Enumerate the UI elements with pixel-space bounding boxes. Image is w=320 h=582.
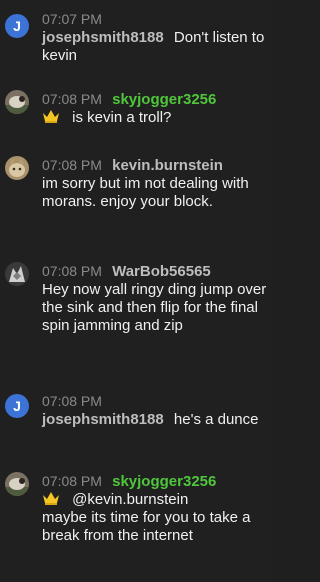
sheep-avatar-icon[interactable] [5,472,29,496]
username[interactable]: kevin.burnstein [112,157,223,174]
sheep-avatar-icon[interactable] [5,90,29,114]
cat-avatar-icon[interactable] [5,156,29,180]
message-time: 07:08 PM [42,393,102,409]
username[interactable]: skyjogger3256 [112,91,216,108]
avatar[interactable]: J [5,14,29,38]
avatar[interactable]: J [5,394,29,418]
message-text: im sorry but im not dealing with morans.… [42,175,249,210]
message-text: Hey now yall ringy ding jump over the si… [42,281,267,334]
message-text: he's a dunce [173,411,259,428]
username[interactable]: WarBob56565 [112,263,211,280]
crown-icon [42,491,60,505]
username[interactable]: josephsmith8188 [42,29,164,46]
username[interactable]: josephsmith8188 [42,411,164,428]
message-text: is kevin a troll? [72,109,172,126]
message-time: 07:07 PM [42,11,102,27]
chat-log: J 07:07 PM josephsmith8188 Don't listen … [0,0,270,582]
message-time: 07:08 PM [42,473,102,489]
armored-avatar-icon[interactable] [5,262,29,286]
mention[interactable]: @kevin.burnstein [72,491,188,508]
message-time: 07:08 PM [42,91,102,107]
message-time: 07:08 PM [42,263,102,279]
username[interactable]: skyjogger3256 [112,473,216,490]
message-time: 07:08 PM [42,157,102,173]
message-text: maybe its time for you to take a break f… [42,509,251,544]
crown-icon [42,109,60,123]
